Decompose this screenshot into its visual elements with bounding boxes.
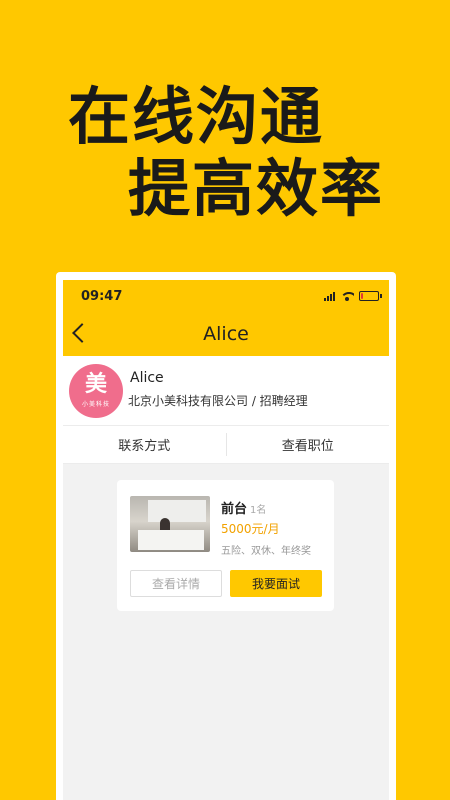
status-icons xyxy=(324,291,382,301)
job-card[interactable]: 前台 1名 5000元/月 五险、双休、年终奖 查看详情 我要面试 xyxy=(117,480,334,611)
apply-interview-button[interactable]: 我要面试 xyxy=(230,570,322,597)
wifi-icon xyxy=(340,291,354,301)
job-count: 1名 xyxy=(250,505,267,516)
phone-mockup: 09:47 Alice 美 小美科技 Alice 北京小美科技有限公司 / 招聘… xyxy=(56,272,396,800)
avatar[interactable]: 美 小美科技 xyxy=(69,364,123,418)
phone-screen: 09:47 Alice 美 小美科技 Alice 北京小美科技有限公司 / 招聘… xyxy=(63,280,389,800)
view-details-button[interactable]: 查看详情 xyxy=(130,570,222,597)
contact-button[interactable]: 联系方式 xyxy=(63,426,226,463)
job-benefits: 五险、双休、年终奖 xyxy=(221,546,311,557)
battery-icon xyxy=(359,291,382,301)
nav-title: Alice xyxy=(203,323,249,345)
signal-icon xyxy=(324,291,335,301)
status-time: 09:47 xyxy=(81,289,123,304)
job-salary: 5000元/月 xyxy=(221,522,280,536)
top-bar: 09:47 Alice xyxy=(63,280,389,356)
action-bar: 联系方式 查看职位 xyxy=(63,426,389,464)
job-photo xyxy=(130,496,210,552)
profile-name: Alice xyxy=(130,370,164,386)
profile-company-role: 北京小美科技有限公司 / 招聘经理 xyxy=(128,394,308,408)
profile-header: 美 小美科技 Alice 北京小美科技有限公司 / 招聘经理 xyxy=(63,356,389,426)
battery-fill xyxy=(361,293,364,299)
view-job-button[interactable]: 查看职位 xyxy=(227,426,390,463)
job-title: 前台 xyxy=(221,502,248,517)
headline-line-2: 提高效率 xyxy=(128,152,385,225)
avatar-logo-text: 小美科技 xyxy=(81,401,110,408)
job-title-row: 前台 1名 xyxy=(221,498,266,517)
headline-line-1: 在线沟通 xyxy=(68,80,325,153)
avatar-logo-glyph: 美 xyxy=(84,372,107,397)
